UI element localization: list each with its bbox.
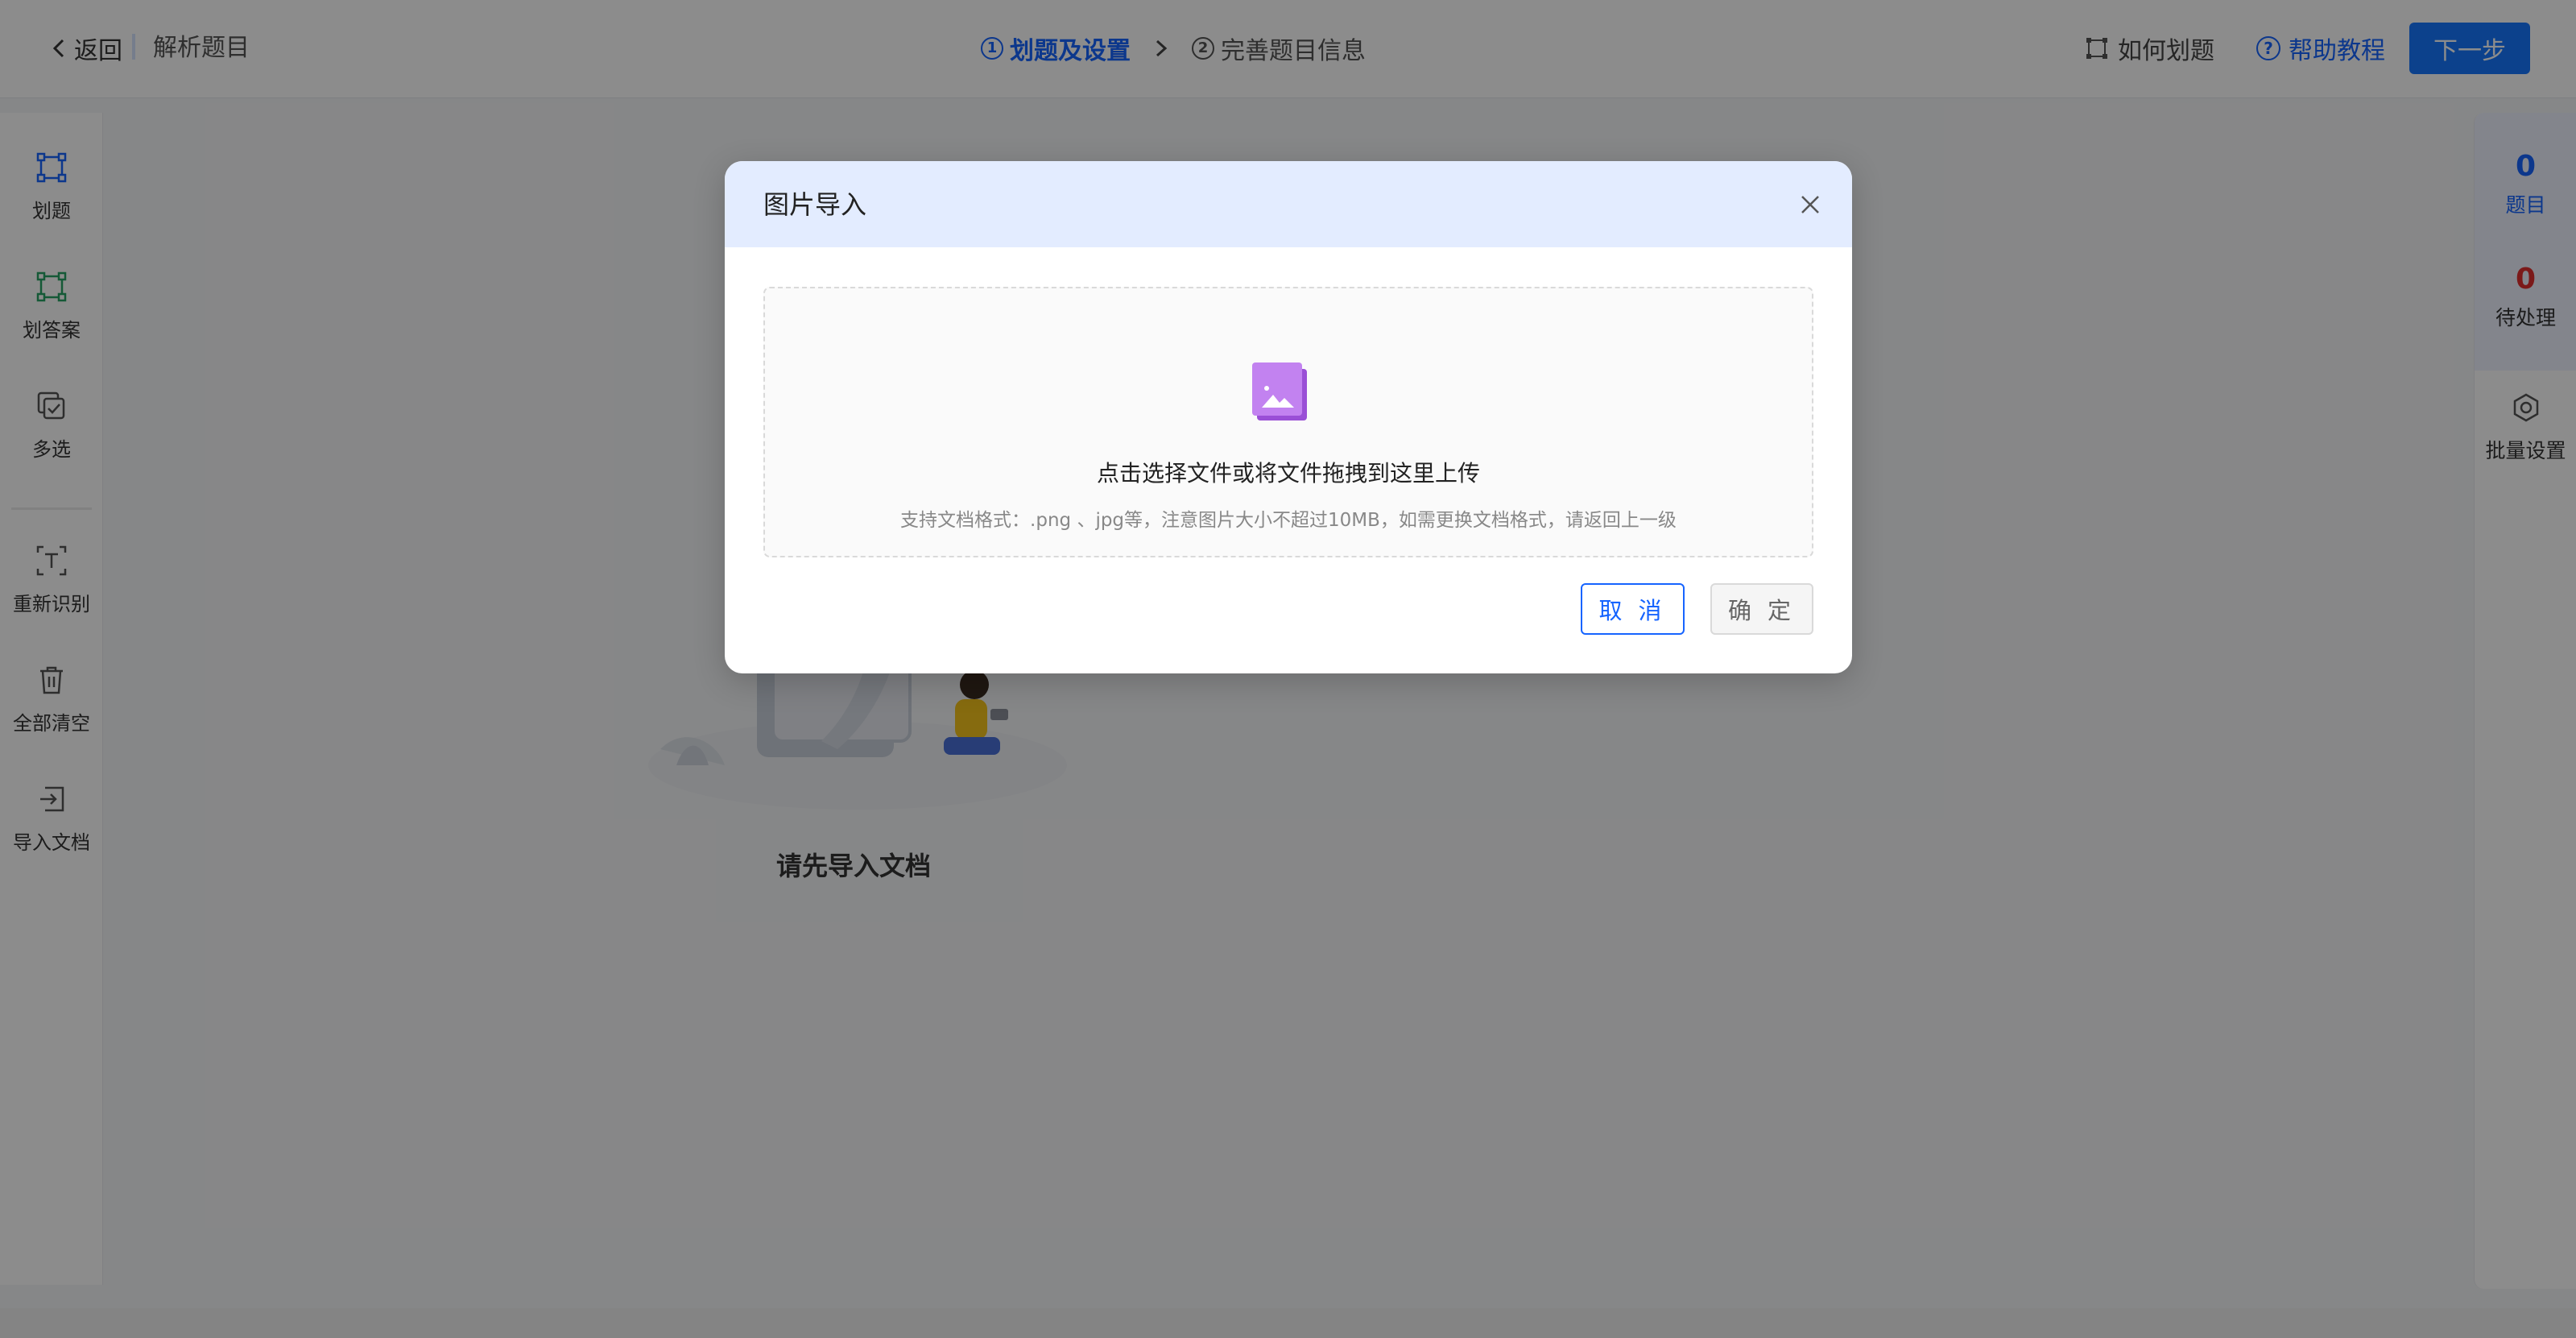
dropzone-instruction: 点击选择文件或将文件拖拽到这里上传 (1096, 460, 1480, 487)
dropzone-format-hint: 支持文档格式：.png 、jpg等，注意图片大小不超过10MB，如需更换文档格式… (900, 510, 1677, 531)
image-import-dialog: 图片导入 点击选择文件或将文件拖拽到这里上传 支持文档格式：.png 、jpg等… (725, 161, 1852, 673)
dialog-header: 图片导入 (725, 161, 1852, 247)
image-file-icon (1252, 362, 1307, 420)
confirm-button[interactable]: 确 定 (1710, 583, 1813, 635)
close-icon[interactable] (1792, 187, 1828, 222)
cancel-button[interactable]: 取 消 (1581, 583, 1685, 635)
file-upload-dropzone[interactable]: 点击选择文件或将文件拖拽到这里上传 支持文档格式：.png 、jpg等，注意图片… (763, 287, 1813, 557)
dialog-title: 图片导入 (763, 189, 867, 220)
